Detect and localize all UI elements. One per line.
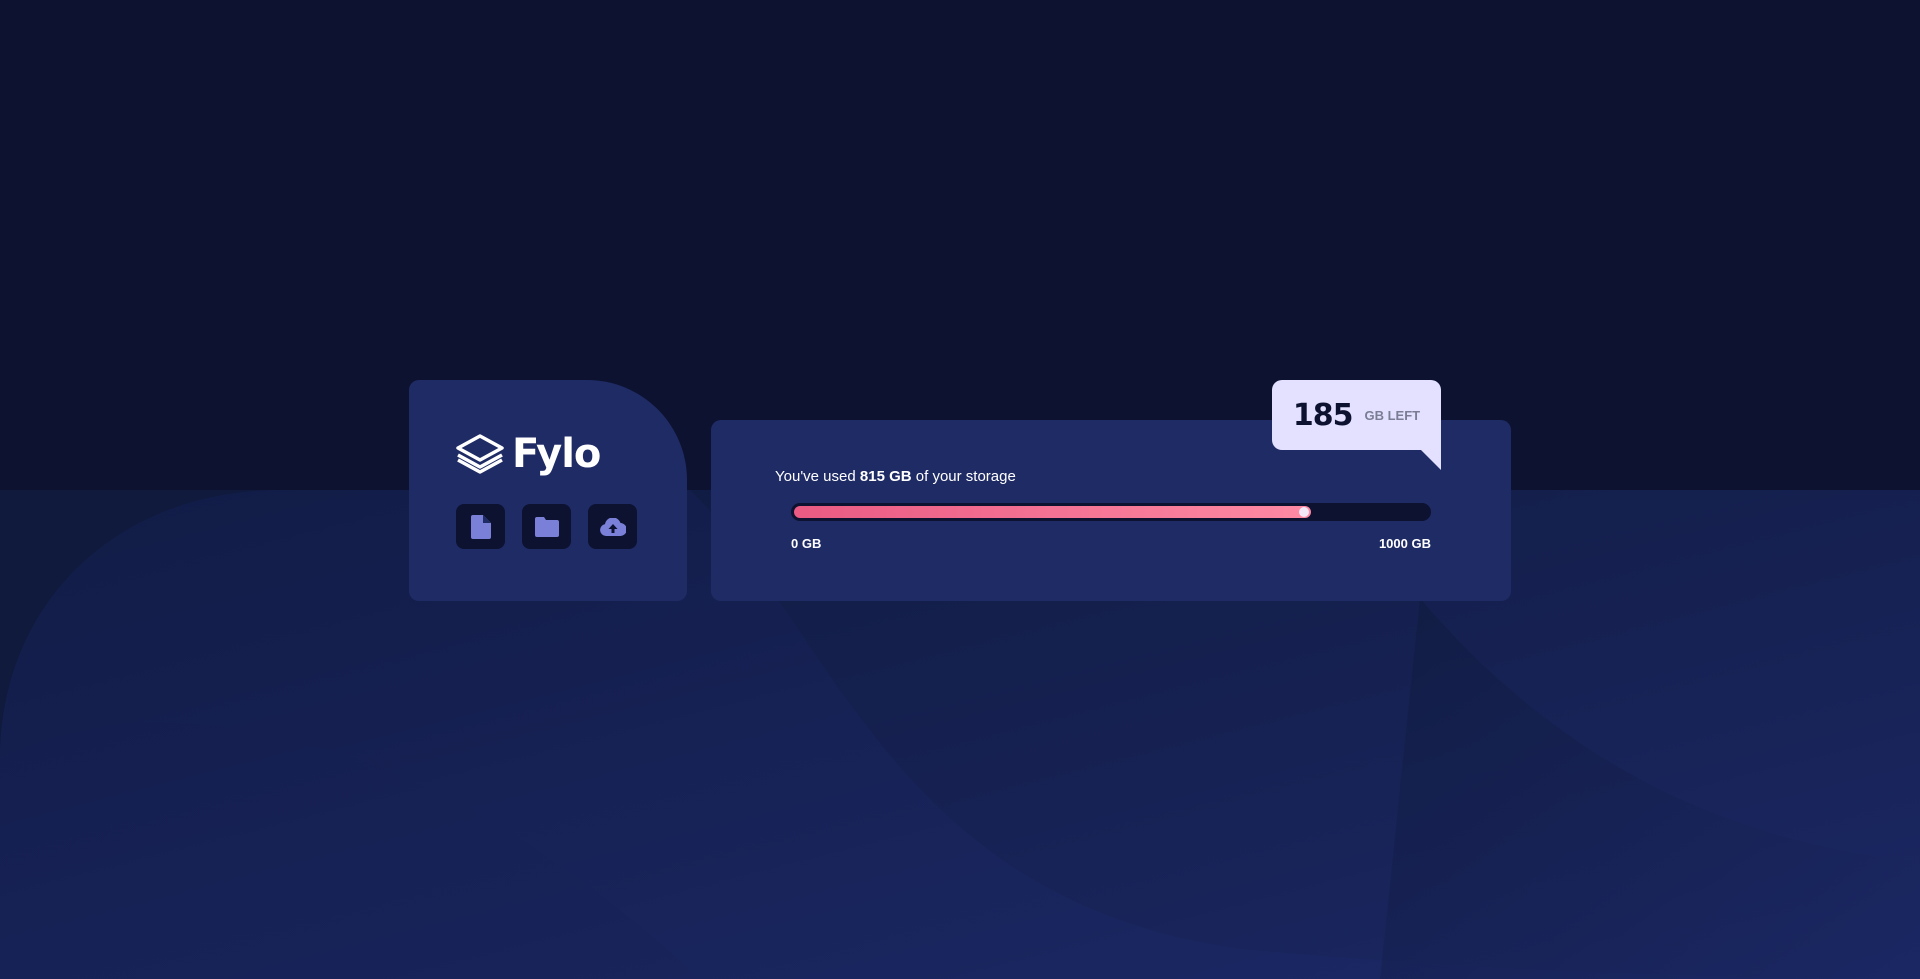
folder-button[interactable]	[522, 504, 571, 549]
usage-amount: 815 GB	[859, 468, 912, 485]
range-max-label: 1000 GB	[1378, 536, 1431, 551]
action-bar	[456, 504, 687, 549]
storage-progress-bar	[791, 503, 1431, 521]
folder-icon	[534, 516, 559, 537]
logo-card: Fylo	[409, 380, 687, 601]
upload-icon	[599, 517, 626, 536]
remaining-number: 185	[1292, 397, 1354, 433]
document-icon	[470, 514, 491, 539]
usage-suffix: of your storage	[911, 468, 1016, 485]
upload-button[interactable]	[588, 504, 637, 549]
usage-text: You've used 815 GB of your storage	[775, 468, 1431, 486]
range-labels: 0 GB 1000 GB	[791, 536, 1431, 551]
page: Fylo You've used 815 GB of your storage …	[0, 0, 1920, 979]
brand-name: Fylo	[512, 431, 601, 477]
storage-progress-fill	[794, 506, 1311, 518]
document-button[interactable]	[456, 504, 505, 549]
brand: Fylo	[456, 428, 687, 480]
usage-prefix: You've used	[775, 468, 860, 485]
progress-knob	[1298, 507, 1309, 517]
remaining-bubble: 185 GB LEFT	[1272, 380, 1441, 470]
range-min-label: 0 GB	[791, 536, 822, 551]
layers-icon	[456, 434, 504, 474]
remaining-unit: GB LEFT	[1364, 407, 1421, 423]
